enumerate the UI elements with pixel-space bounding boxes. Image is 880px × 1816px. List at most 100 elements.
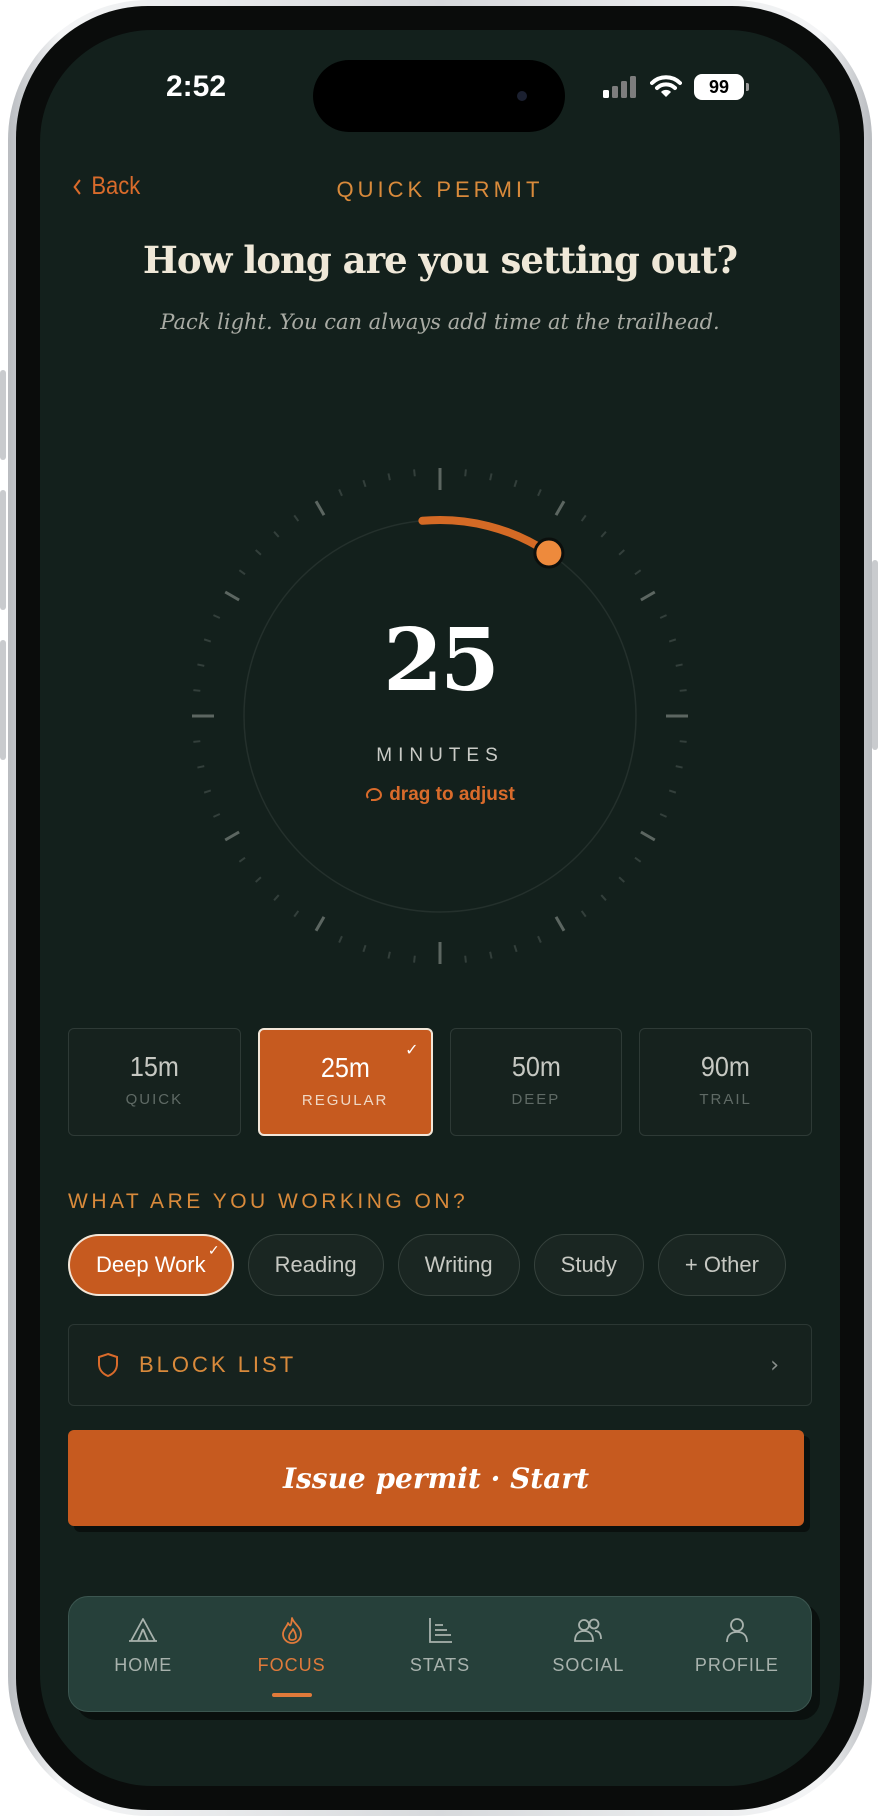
dial-tick	[387, 951, 391, 959]
dial-tick	[537, 935, 542, 943]
chip-label: Deep Work	[96, 1252, 206, 1277]
people-icon	[574, 1618, 603, 1642]
tab-stats[interactable]: STATS	[366, 1597, 514, 1711]
preset-regular[interactable]: 25m REGULAR ✓	[257, 1028, 433, 1136]
dial-tick	[338, 489, 343, 497]
wifi-icon	[650, 75, 682, 97]
page-title: QUICK PERMIT	[336, 177, 544, 202]
dial-tick	[634, 569, 642, 576]
chip-reading[interactable]: Reading	[247, 1234, 384, 1296]
dynamic-island	[313, 60, 565, 132]
dial-tick	[255, 876, 262, 883]
power-button	[872, 560, 878, 750]
tab-social[interactable]: SOCIAL	[514, 1597, 662, 1711]
dial-tick	[238, 569, 246, 576]
dial-progress-arc	[418, 516, 553, 558]
dial-tick	[489, 951, 493, 959]
dial-tick	[679, 740, 687, 743]
dial-knob[interactable]	[533, 537, 565, 569]
issue-permit-button[interactable]: Issue permit · Start	[68, 1430, 804, 1526]
battery-icon: 99	[694, 74, 749, 100]
preset-quick[interactable]: 15m QUICK	[68, 1028, 241, 1136]
block-list-label: BLOCK LIST	[139, 1352, 297, 1377]
dial-tick	[224, 830, 240, 842]
dial-tick	[600, 894, 607, 901]
duration-value: 25	[383, 610, 500, 711]
dial-tick	[213, 813, 221, 818]
chip-study[interactable]: Study	[533, 1234, 644, 1296]
chip-other[interactable]: + Other	[657, 1234, 786, 1296]
dial-tick	[640, 590, 656, 602]
duration-unit: MINUTES	[376, 745, 504, 766]
dial-tick	[238, 856, 246, 863]
signal-icon	[603, 76, 636, 98]
volume-down-button	[0, 490, 6, 610]
block-list-row[interactable]: BLOCK LIST ›	[68, 1324, 812, 1406]
dial-tick	[314, 916, 326, 932]
dial-tick	[224, 590, 240, 602]
dial-tick	[255, 549, 262, 556]
dial-tick	[273, 531, 280, 538]
loop-icon	[366, 787, 383, 801]
preset-value: 50m	[511, 1051, 561, 1082]
check-icon: ✓	[405, 1040, 419, 1059]
status-icons: 99	[602, 74, 749, 100]
duration-presets: 15m QUICK 25m REGULAR ✓ 50m DEEP 90m TRAIL	[68, 1028, 812, 1136]
action-button	[0, 640, 6, 760]
preset-value: 90m	[701, 1051, 751, 1082]
dial-tick	[580, 910, 587, 918]
chart-icon	[429, 1618, 453, 1643]
check-icon: ✓	[207, 1242, 220, 1258]
active-tab-indicator	[271, 1693, 312, 1697]
preset-label: TRAIL	[699, 1091, 752, 1108]
dial-tick	[618, 876, 625, 883]
tab-label: SOCIAL	[552, 1655, 625, 1675]
preset-value: 25m	[320, 1052, 370, 1083]
dial-tick	[489, 473, 493, 481]
dial-tick	[618, 549, 625, 556]
task-section-title: WHAT ARE YOU WORKING ON?	[68, 1190, 469, 1213]
dial-tick	[362, 944, 367, 953]
chip-deep-work[interactable]: Deep Work ✓	[68, 1234, 234, 1296]
dial-tick	[513, 944, 518, 953]
chip-label: + Other	[684, 1252, 759, 1277]
dial-tick	[362, 479, 367, 488]
chip-label: Writing	[424, 1252, 493, 1277]
tab-label: STATS	[409, 1655, 471, 1675]
dial-tick	[659, 813, 667, 818]
duration-dial[interactable]	[120, 396, 760, 1036]
dial-tick	[273, 894, 280, 901]
tab-label: FOCUS	[257, 1655, 326, 1675]
person-icon	[725, 1618, 748, 1643]
tab-focus[interactable]: FOCUS	[217, 1597, 365, 1711]
dial-tick	[580, 514, 587, 522]
preset-label: DEEP	[511, 1091, 561, 1108]
dial-tick	[464, 955, 467, 963]
tab-home[interactable]: HOME	[69, 1597, 217, 1711]
tab-label: PROFILE	[694, 1655, 779, 1675]
dial-track	[243, 519, 637, 913]
chevron-right-icon: ›	[770, 1352, 779, 1378]
dial-tick	[413, 469, 416, 477]
volume-up-button	[0, 370, 6, 460]
dial-tick	[338, 935, 343, 943]
status-time: 2:52	[165, 70, 227, 103]
tab-profile[interactable]: PROFILE	[663, 1597, 811, 1711]
dial-tick	[193, 740, 201, 743]
dial-tick	[464, 469, 467, 477]
preset-value: 15m	[129, 1051, 179, 1082]
dial-tick	[600, 531, 607, 538]
dial-tick	[640, 830, 656, 842]
chip-label: Reading	[274, 1252, 357, 1277]
flame-icon	[281, 1617, 302, 1644]
dial-tick	[513, 479, 518, 488]
dial-tick	[554, 916, 566, 932]
heading: How long are you setting out?	[142, 238, 738, 282]
dial-tick	[413, 955, 416, 963]
chip-writing[interactable]: Writing	[397, 1234, 520, 1296]
dial-tick	[554, 500, 566, 516]
tab-label: HOME	[114, 1655, 173, 1675]
preset-trail[interactable]: 90m TRAIL	[639, 1028, 812, 1136]
tab-bar: HOME FOCUS STATS SOCIAL PROFILE	[68, 1596, 812, 1712]
preset-deep[interactable]: 50m DEEP	[449, 1028, 623, 1136]
